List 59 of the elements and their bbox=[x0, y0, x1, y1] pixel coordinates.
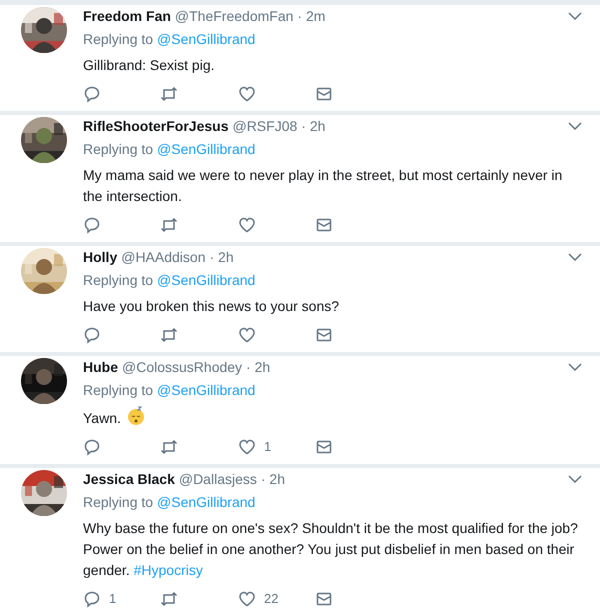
user-name[interactable]: Jessica Black bbox=[83, 468, 175, 490]
timestamp[interactable]: · 2h bbox=[246, 356, 270, 378]
replying-label: Replying to bbox=[83, 492, 154, 512]
chevron-down-icon[interactable] bbox=[568, 363, 582, 371]
reply-count: 1 bbox=[109, 590, 116, 608]
chevron-down-icon[interactable] bbox=[568, 253, 582, 261]
heart-icon[interactable] bbox=[238, 216, 256, 234]
heart-icon[interactable] bbox=[238, 438, 256, 456]
reply-icon[interactable] bbox=[83, 85, 101, 103]
user-handle[interactable]: @HAAddison bbox=[121, 246, 206, 268]
user-name[interactable]: Holly bbox=[83, 246, 118, 268]
chevron-down-icon[interactable] bbox=[568, 475, 582, 483]
reply-icon[interactable] bbox=[83, 216, 101, 234]
hashtag-link[interactable]: #Hypocrisy bbox=[134, 562, 203, 578]
user-handle[interactable]: @RSFJ08 bbox=[232, 115, 298, 137]
mention-link[interactable]: @SenGillibrand bbox=[157, 28, 256, 50]
retweet-icon[interactable] bbox=[160, 216, 178, 234]
timestamp[interactable]: · 2h bbox=[210, 246, 234, 268]
envelope-icon[interactable] bbox=[315, 590, 333, 608]
retweet-icon[interactable] bbox=[160, 590, 178, 608]
reply-icon[interactable] bbox=[83, 438, 101, 456]
tweet-text: Have you broken this news to your sons? bbox=[83, 297, 340, 316]
replying-label: Replying to bbox=[83, 140, 154, 159]
replying-label: Replying to bbox=[83, 380, 154, 400]
reply-icon[interactable] bbox=[83, 326, 101, 344]
user-handle[interactable]: @Dallasjess bbox=[178, 468, 257, 490]
timestamp[interactable]: · 2h bbox=[260, 468, 285, 490]
mention-link[interactable]: @SenGillibrand bbox=[157, 492, 256, 512]
tweet-text: Yawn. bbox=[83, 406, 580, 429]
replying-label: Replying to bbox=[83, 270, 154, 290]
heart-icon[interactable] bbox=[238, 85, 256, 103]
like-count: 1 bbox=[264, 438, 272, 456]
timestamp[interactable]: · 2h bbox=[301, 115, 326, 137]
tweet-text: My mama said we were to never play in the street, but most certainly never in the intersection. bbox=[83, 166, 564, 206]
tweet-text: Why base the future on one's sex? Shouldn't it be the most qualified for the job? Power on the belief in one another? You just put disbelief in men based on their gender. #Hypocrisy bbox=[83, 519, 579, 580]
mention-link[interactable]: @SenGillibrand bbox=[157, 380, 256, 400]
replying-label: Replying to bbox=[83, 30, 154, 49]
heart-icon[interactable] bbox=[238, 326, 256, 344]
like-count: 22 bbox=[264, 590, 278, 608]
user-handle[interactable]: @ColossusRhodey bbox=[122, 356, 242, 378]
user-name[interactable]: Freedom Fan bbox=[83, 5, 171, 27]
envelope-icon[interactable] bbox=[315, 438, 333, 456]
mention-link[interactable]: @SenGillibrand bbox=[157, 270, 256, 290]
heart-icon[interactable] bbox=[238, 590, 256, 608]
envelope-icon[interactable] bbox=[315, 216, 333, 234]
chevron-down-icon[interactable] bbox=[568, 122, 582, 130]
tweet-text: Gillibrand: Sexist pig. bbox=[83, 56, 216, 75]
user-handle[interactable]: @TheFreedomFan bbox=[174, 5, 294, 27]
user-name[interactable]: Hube bbox=[83, 356, 118, 378]
retweet-icon[interactable] bbox=[160, 438, 178, 456]
envelope-icon[interactable] bbox=[315, 326, 333, 344]
chevron-down-icon[interactable] bbox=[568, 12, 582, 20]
user-name[interactable]: RifleShooterForJesus bbox=[83, 115, 228, 137]
envelope-icon[interactable] bbox=[315, 85, 333, 103]
retweet-icon[interactable] bbox=[160, 85, 178, 103]
retweet-icon[interactable] bbox=[160, 326, 178, 344]
timestamp[interactable]: · 2m bbox=[297, 5, 326, 27]
mention-link[interactable]: @SenGillibrand bbox=[157, 138, 256, 160]
reply-icon[interactable] bbox=[83, 590, 101, 608]
